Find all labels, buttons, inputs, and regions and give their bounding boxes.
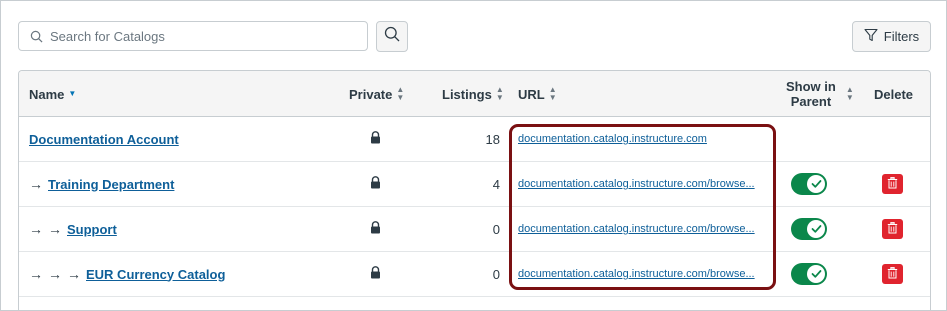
url-cell: documentation.catalog.instructure.com/br… bbox=[518, 162, 755, 206]
search-icon bbox=[384, 26, 400, 47]
arrow-right-icon: → bbox=[29, 176, 43, 192]
check-icon bbox=[807, 220, 825, 238]
listings-cell: 0 bbox=[492, 221, 500, 237]
catalog-name-link[interactable]: Documentation Account bbox=[29, 132, 179, 147]
sort-icon: ▲ ▼ bbox=[495, 85, 504, 102]
private-cell bbox=[370, 252, 381, 296]
search-input[interactable] bbox=[50, 28, 350, 44]
catalog-name-link[interactable]: EUR Currency Catalog bbox=[86, 267, 225, 282]
column-header-show-in-parent[interactable]: Show in Parent ▲ ▼ bbox=[786, 71, 854, 117]
name-cell: → Training Department bbox=[29, 162, 174, 206]
url-cell: documentation.catalog.instructure.com bbox=[518, 117, 707, 161]
arrow-right-icon: → bbox=[48, 221, 62, 237]
lock-icon bbox=[370, 176, 381, 192]
listings-cell: 18 bbox=[485, 131, 500, 147]
catalogs-table: Name ▼ Private ▲ ▼ Listings ▲ ▼ URL ▲ ▼ Sho… bbox=[18, 70, 931, 311]
sort-icon: ▲ ▼ bbox=[548, 85, 557, 102]
delete-button[interactable] bbox=[882, 219, 903, 239]
delete-cell bbox=[882, 162, 903, 206]
listings-cell: 0 bbox=[492, 266, 500, 282]
catalog-name-link[interactable]: Support bbox=[67, 222, 117, 237]
lock-icon bbox=[370, 221, 381, 237]
private-cell bbox=[370, 117, 381, 161]
delete-button[interactable] bbox=[882, 264, 903, 284]
table-header: Name ▼ Private ▲ ▼ Listings ▲ ▼ URL ▲ ▼ Sho… bbox=[19, 71, 930, 117]
column-header-private-label: Private bbox=[349, 86, 393, 102]
trash-icon bbox=[887, 266, 898, 282]
arrow-right-icon: → bbox=[67, 266, 81, 282]
search-button[interactable] bbox=[376, 21, 408, 52]
sort-descending-icon: ▼ bbox=[68, 89, 77, 98]
column-header-url-label: URL bbox=[518, 86, 545, 102]
url-cell: documentation.catalog.instructure.com/br… bbox=[518, 207, 755, 251]
catalog-url-link[interactable]: documentation.catalog.instructure.com bbox=[518, 133, 707, 145]
show-in-parent-line1: Show in bbox=[786, 79, 836, 94]
column-header-listings[interactable]: Listings ▲ ▼ bbox=[442, 71, 504, 117]
arrow-right-icon: → bbox=[29, 266, 43, 282]
table-row: Documentation Account 18 documentation.c… bbox=[19, 117, 930, 162]
lock-icon bbox=[370, 266, 381, 282]
delete-button[interactable] bbox=[882, 174, 903, 194]
table-row: → Training Department 4 documentation.ca… bbox=[19, 162, 930, 207]
show-in-parent-line2: Parent bbox=[790, 94, 832, 109]
column-header-private[interactable]: Private ▲ ▼ bbox=[349, 71, 404, 117]
trash-icon bbox=[887, 221, 898, 237]
private-cell bbox=[370, 207, 381, 251]
delete-cell bbox=[882, 207, 903, 251]
catalog-panel: Filters Name ▼ Private ▲▼ Listings ▲▼ UR… bbox=[0, 0, 947, 311]
check-icon bbox=[807, 175, 825, 193]
search-icon bbox=[22, 30, 50, 43]
check-icon bbox=[807, 265, 825, 283]
trash-icon bbox=[887, 176, 898, 192]
show-in-parent-cell bbox=[791, 162, 827, 206]
arrow-right-icon: → bbox=[48, 266, 62, 282]
show-in-parent-toggle[interactable] bbox=[791, 173, 827, 195]
show-in-parent-cell bbox=[791, 207, 827, 251]
filters-label: Filters bbox=[883, 29, 920, 44]
catalog-url-link[interactable]: documentation.catalog.instructure.com/br… bbox=[518, 223, 755, 235]
sort-icon: ▲ ▼ bbox=[396, 85, 405, 102]
column-header-show-in-parent-label: Show in Parent bbox=[786, 79, 836, 109]
column-header-name[interactable]: Name ▼ bbox=[29, 71, 76, 117]
filter-icon bbox=[864, 28, 878, 45]
sort-icon: ▲ ▼ bbox=[845, 85, 854, 102]
column-header-listings-label: Listings bbox=[442, 86, 492, 102]
show-in-parent-toggle[interactable] bbox=[791, 263, 827, 285]
listings-cell: 4 bbox=[492, 176, 500, 192]
filters-button[interactable]: Filters bbox=[852, 21, 931, 52]
column-header-delete: Delete bbox=[874, 71, 913, 117]
table-row: → → → EUR Currency Catalog 0 documentati… bbox=[19, 252, 930, 297]
arrow-right-icon: → bbox=[29, 221, 43, 237]
name-cell: → → Support bbox=[29, 207, 117, 251]
show-in-parent-toggle[interactable] bbox=[791, 218, 827, 240]
name-cell: → → → EUR Currency Catalog bbox=[29, 252, 225, 296]
column-header-url[interactable]: URL ▲ ▼ bbox=[518, 71, 557, 117]
column-header-name-label: Name bbox=[29, 86, 65, 102]
lock-icon bbox=[370, 131, 381, 147]
table-row: → → Support 0 documentation.catalog.inst… bbox=[19, 207, 930, 252]
show-in-parent-cell bbox=[791, 252, 827, 296]
column-header-delete-label: Delete bbox=[874, 86, 914, 102]
search-field[interactable] bbox=[18, 21, 368, 51]
name-cell: Documentation Account bbox=[29, 117, 179, 161]
delete-cell bbox=[882, 252, 903, 296]
catalog-name-link[interactable]: Training Department bbox=[48, 177, 174, 192]
catalog-url-link[interactable]: documentation.catalog.instructure.com/br… bbox=[518, 268, 755, 280]
private-cell bbox=[370, 162, 381, 206]
catalog-url-link[interactable]: documentation.catalog.instructure.com/br… bbox=[518, 178, 755, 190]
url-cell: documentation.catalog.instructure.com/br… bbox=[518, 252, 755, 296]
